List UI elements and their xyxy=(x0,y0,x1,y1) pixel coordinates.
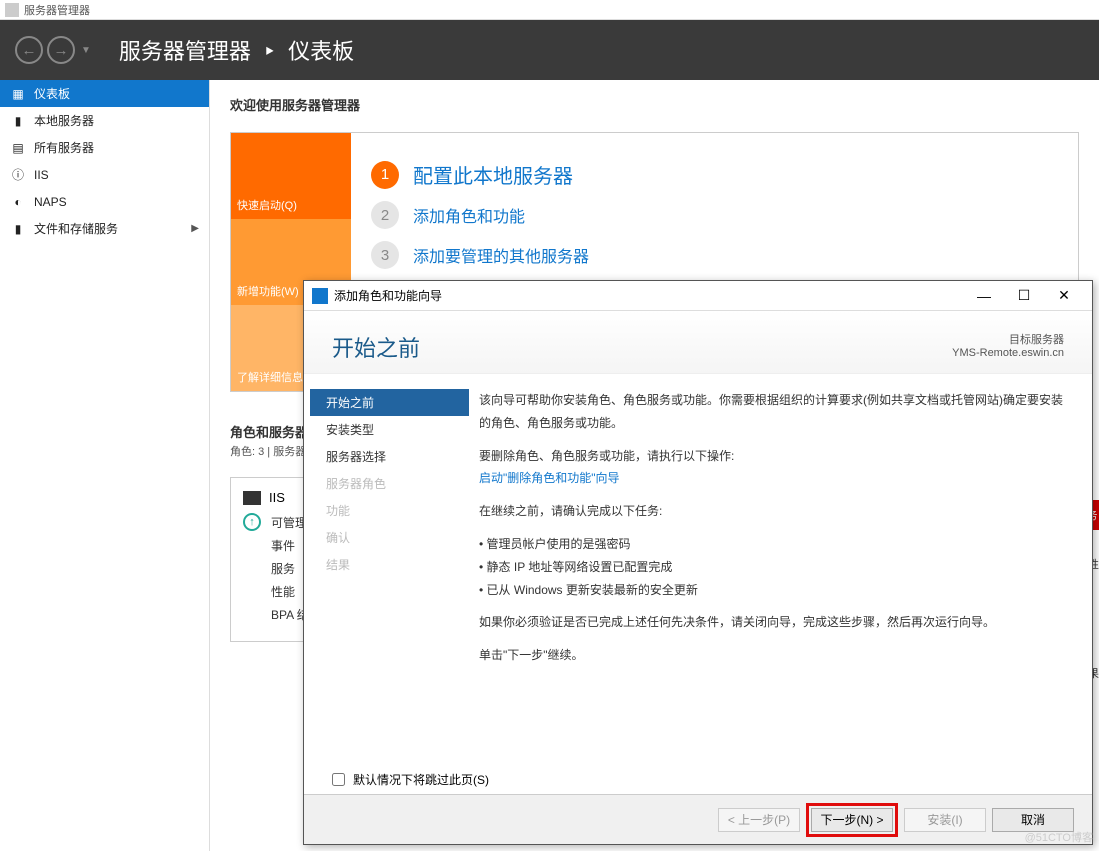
maximize-button[interactable]: ☐ xyxy=(1004,287,1044,304)
add-roles-wizard-dialog: 添加角色和功能向导 — ☐ ✕ 开始之前 目标服务器 YMS-Remote.es… xyxy=(303,280,1093,845)
close-button[interactable]: ✕ xyxy=(1044,287,1084,304)
app-titlebar: 服务器管理器 xyxy=(0,0,1099,20)
confirm-tasks-text: 在继续之前，请确认完成以下任务: xyxy=(479,500,1064,523)
intro-text: 该向导可帮助你安装角色、角色服务或功能。你需要根据组织的计算要求(例如共享文档或… xyxy=(479,389,1064,435)
skip-checkbox[interactable] xyxy=(332,773,345,786)
next-button-highlight: 下一步(N) > xyxy=(806,803,898,837)
dialog-titlebar: 添加角色和功能向导 — ☐ ✕ xyxy=(304,281,1092,311)
nav-back-icon[interactable]: ← xyxy=(15,36,43,64)
wizard-step-features: 功能 xyxy=(304,497,469,524)
sidebar-item-local-server[interactable]: ▮ 本地服务器 xyxy=(0,107,209,134)
group-icon xyxy=(243,491,261,505)
sidebar-item-storage[interactable]: ▮ 文件和存储服务 ▶ xyxy=(0,215,209,242)
watermark: @51CTO博客 xyxy=(1025,829,1093,845)
target-server: 目标服务器 YMS-Remote.eswin.cn xyxy=(952,331,1064,359)
step-3[interactable]: 3 添加要管理的其他服务器 xyxy=(371,241,1058,269)
install-button: 安装(I) xyxy=(904,808,986,832)
quickstart-block[interactable]: 快速启动(Q) xyxy=(231,133,351,219)
wizard-step-server-roles: 服务器角色 xyxy=(304,470,469,497)
nav-dropdown-icon[interactable]: ▼ xyxy=(81,45,91,56)
next-button[interactable]: 下一步(N) > xyxy=(811,808,893,832)
wizard-icon xyxy=(312,288,328,304)
titlebar-text: 服务器管理器 xyxy=(24,2,90,18)
verify-text: 如果你必须验证是否已完成上述任何先决条件，请关闭向导，完成这些步骤，然后再次运行… xyxy=(479,611,1064,634)
header-bar: ← → ▼ 服务器管理器 ‣ 仪表板 xyxy=(0,20,1099,80)
server-icon: ▮ xyxy=(10,113,26,129)
step-2[interactable]: 2 添加角色和功能 xyxy=(371,201,1058,229)
dashboard-icon: ▦ xyxy=(10,86,26,102)
continue-text: 单击"下一步"继续。 xyxy=(479,644,1064,667)
dialog-title: 添加角色和功能向导 xyxy=(334,287,442,304)
step-1[interactable]: 1 配置此本地服务器 xyxy=(371,160,1058,189)
step-num-1: 1 xyxy=(371,161,399,189)
step-num-2: 2 xyxy=(371,201,399,229)
servers-icon: ▤ xyxy=(10,140,26,156)
prev-button: < 上一步(P) xyxy=(718,808,800,832)
nav-forward-icon[interactable]: → xyxy=(47,36,75,64)
dialog-body: 开始之前 安装类型 服务器选择 服务器角色 功能 确认 结果 该向导可帮助你安装… xyxy=(304,374,1092,765)
cancel-button[interactable]: 取消 xyxy=(992,808,1074,832)
remove-text: 要删除角色、角色服务或功能，请执行以下操作: 启动"删除角色和功能"向导 xyxy=(479,445,1064,491)
sidebar-item-all-servers[interactable]: ▤ 所有服务器 xyxy=(0,134,209,161)
wizard-step-server-select[interactable]: 服务器选择 xyxy=(304,443,469,470)
dialog-content: 该向导可帮助你安装角色、角色服务或功能。你需要根据组织的计算要求(例如共享文档或… xyxy=(469,374,1092,765)
welcome-heading: 欢迎使用服务器管理器 xyxy=(230,95,1079,114)
remove-roles-link[interactable]: 启动"删除角色和功能"向导 xyxy=(479,471,620,485)
skip-label: 默认情况下将跳过此页(S) xyxy=(353,771,489,788)
wizard-step-install-type[interactable]: 安装类型 xyxy=(304,416,469,443)
wizard-step-confirm: 确认 xyxy=(304,524,469,551)
wizard-step-results: 结果 xyxy=(304,551,469,578)
step-num-3: 3 xyxy=(371,241,399,269)
up-arrow-icon: ↑ xyxy=(243,513,261,531)
dialog-heading: 开始之前 xyxy=(332,331,420,363)
task-bullets: 管理员帐户使用的是强密码 静态 IP 地址等网络设置已配置完成 已从 Windo… xyxy=(479,533,1064,601)
sidebar-item-naps[interactable]: ◐ NAPS xyxy=(0,188,209,215)
wizard-step-before[interactable]: 开始之前 xyxy=(310,389,469,416)
app-icon xyxy=(5,3,19,17)
sidebar: ▦ 仪表板 ▮ 本地服务器 ▤ 所有服务器 ⓘ IIS ◐ NAPS ▮ 文件和… xyxy=(0,80,210,851)
breadcrumb: 服务器管理器 ‣ 仪表板 xyxy=(119,34,354,66)
skip-row: 默认情况下将跳过此页(S) xyxy=(304,765,1092,794)
sidebar-item-dashboard[interactable]: ▦ 仪表板 xyxy=(0,80,209,107)
storage-icon: ▮ xyxy=(10,221,26,237)
dialog-footer: < 上一步(P) 下一步(N) > 安装(I) 取消 xyxy=(304,794,1092,844)
chevron-right-icon: ▶ xyxy=(191,223,199,234)
iis-icon: ⓘ xyxy=(10,167,26,183)
sidebar-item-iis[interactable]: ⓘ IIS xyxy=(0,161,209,188)
wizard-steps: 开始之前 安装类型 服务器选择 服务器角色 功能 确认 结果 xyxy=(304,374,469,765)
minimize-button[interactable]: — xyxy=(964,288,1004,304)
naps-icon: ◐ xyxy=(10,194,26,210)
dialog-header: 开始之前 目标服务器 YMS-Remote.eswin.cn xyxy=(304,311,1092,374)
